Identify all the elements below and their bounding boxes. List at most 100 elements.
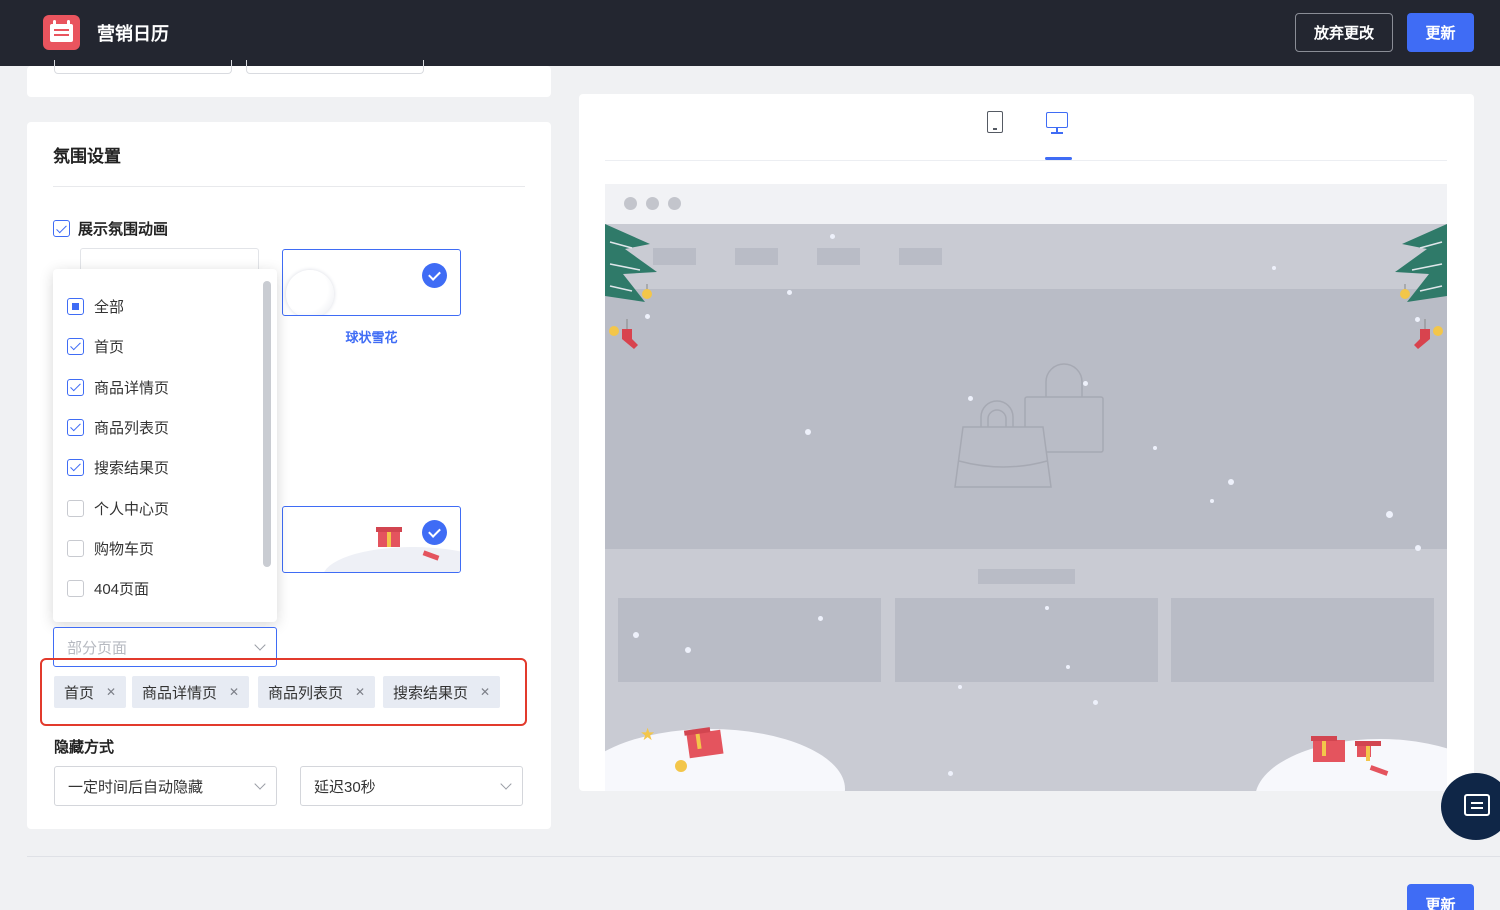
snowflake	[1153, 446, 1157, 450]
product-card-placeholder	[1171, 598, 1434, 682]
close-icon[interactable]: ✕	[106, 685, 116, 699]
previous-input-2[interactable]	[246, 60, 424, 74]
dropdown-item-home[interactable]: 首页	[67, 334, 124, 358]
dropdown-item-label: 购物车页	[94, 540, 155, 558]
checkbox-icon[interactable]	[67, 579, 84, 597]
shopping-bag-icon	[954, 363, 1104, 488]
snowflake	[958, 685, 962, 689]
tag-product-list: 商品列表页 ✕	[258, 676, 376, 708]
tag-home: 首页 ✕	[54, 676, 127, 708]
hide-mode-select[interactable]: 一定时间后自动隐藏	[54, 766, 277, 806]
dropdown-item-all[interactable]: 全部	[67, 294, 124, 318]
update-button[interactable]: 更新	[1407, 13, 1474, 52]
show-animation-checkbox[interactable]: 展示氛围动画	[53, 218, 168, 239]
chat-button[interactable]	[1441, 773, 1500, 840]
calendar-logo-icon	[43, 15, 80, 50]
dropdown-item-label: 个人中心页	[94, 500, 170, 518]
page-scope-placeholder: 部分页面	[67, 639, 128, 657]
tag-label: 商品详情页	[142, 684, 218, 702]
star-icon: ★	[640, 725, 656, 744]
checkbox-icon[interactable]	[53, 220, 70, 237]
christmas-tree-icon	[1395, 224, 1447, 349]
tag-label: 首页	[64, 684, 95, 702]
snowflake	[1272, 266, 1276, 270]
snowflake	[1415, 545, 1421, 551]
dropdown-item-label: 搜索结果页	[94, 459, 170, 477]
dropdown-item-user-center[interactable]: 个人中心页	[67, 496, 169, 520]
checkbox-icon[interactable]	[67, 458, 84, 476]
section-title-placeholder	[978, 569, 1075, 584]
show-animation-label: 展示氛围动画	[78, 221, 169, 238]
dropdown-item-label: 商品详情页	[94, 379, 170, 397]
checkbox-icon[interactable]	[67, 418, 84, 436]
nav-placeholder	[899, 248, 942, 265]
snowflake	[633, 632, 639, 638]
chat-icon	[1464, 794, 1490, 816]
dropdown-item-label: 404页面	[94, 580, 150, 598]
update-button-bottom[interactable]: 更新	[1407, 884, 1474, 910]
snowflake	[948, 771, 953, 776]
snowflake	[968, 396, 973, 401]
snowflake	[685, 647, 691, 653]
christmas-tree-icon	[605, 224, 657, 349]
snowflake	[1210, 499, 1214, 503]
snow-drift-icon	[323, 547, 460, 572]
checkbox-icon[interactable]	[67, 297, 84, 315]
dropdown-item-404[interactable]: 404页面	[67, 576, 149, 600]
dropdown-item-label: 首页	[94, 338, 125, 356]
top-bar: 营销日历 放弃更改 更新	[0, 0, 1500, 66]
checkbox-icon[interactable]	[67, 499, 84, 517]
snowflake	[1083, 381, 1088, 386]
gift-icon	[376, 527, 402, 547]
hide-mode-label: 隐藏方式	[54, 739, 115, 756]
tag-label: 搜索结果页	[393, 684, 469, 702]
gift-icon	[1311, 736, 1345, 762]
snowflake	[1066, 665, 1070, 669]
page-dropdown-menu: 全部 首页 商品详情页 商品列表页 搜索结果页 个人中心页 购物车页 404页面	[53, 269, 277, 622]
dropdown-item-product-list[interactable]: 商品列表页	[67, 415, 169, 439]
checkbox-icon[interactable]	[67, 378, 84, 396]
discard-changes-button[interactable]: 放弃更改	[1295, 13, 1393, 52]
snowflake	[1386, 511, 1393, 518]
product-card-placeholder	[895, 598, 1158, 682]
selected-check-icon	[422, 263, 447, 288]
desktop-icon[interactable]	[1046, 110, 1068, 136]
chevron-down-icon	[254, 778, 266, 790]
close-icon[interactable]: ✕	[355, 685, 365, 699]
dropdown-item-cart[interactable]: 购物车页	[67, 536, 154, 560]
effect-option-snowball[interactable]	[282, 249, 461, 316]
dropdown-scrollbar[interactable]	[263, 281, 271, 567]
tag-label: 商品列表页	[268, 684, 344, 702]
product-card-placeholder	[618, 598, 881, 682]
tablet-icon[interactable]	[986, 110, 1008, 136]
window-dot	[646, 197, 659, 210]
snowflake	[1228, 479, 1234, 485]
desktop-preview-frame: ★	[605, 184, 1447, 791]
dropdown-item-product-detail[interactable]: 商品详情页	[67, 375, 169, 399]
hero-banner-placeholder	[605, 289, 1447, 549]
gift-icon	[1355, 741, 1381, 761]
snowflake	[787, 290, 792, 295]
checkbox-icon[interactable]	[67, 337, 84, 355]
close-icon[interactable]: ✕	[229, 685, 239, 699]
ornament-icon	[675, 760, 687, 772]
selected-check-icon	[422, 520, 447, 545]
app-title: 营销日历	[97, 24, 169, 44]
nav-placeholder	[817, 248, 860, 265]
effect-label-snowball: 球状雪花	[345, 330, 398, 345]
snowflake	[1045, 606, 1049, 610]
previous-input-1[interactable]	[54, 60, 232, 74]
effect-option-gifts[interactable]	[282, 506, 461, 573]
dropdown-item-label: 商品列表页	[94, 419, 170, 437]
hide-delay-select[interactable]: 延迟30秒	[300, 766, 523, 806]
snow-drift	[1255, 739, 1447, 791]
dropdown-item-search-results[interactable]: 搜索结果页	[67, 455, 169, 479]
window-dot	[668, 197, 681, 210]
browser-bar	[605, 184, 1447, 224]
close-icon[interactable]: ✕	[480, 685, 490, 699]
dropdown-item-label: 全部	[94, 298, 125, 316]
checkbox-icon[interactable]	[67, 539, 84, 557]
snowball-icon	[286, 270, 334, 315]
section-title: 氛围设置	[53, 147, 121, 166]
tag-product-detail: 商品详情页 ✕	[132, 676, 250, 708]
